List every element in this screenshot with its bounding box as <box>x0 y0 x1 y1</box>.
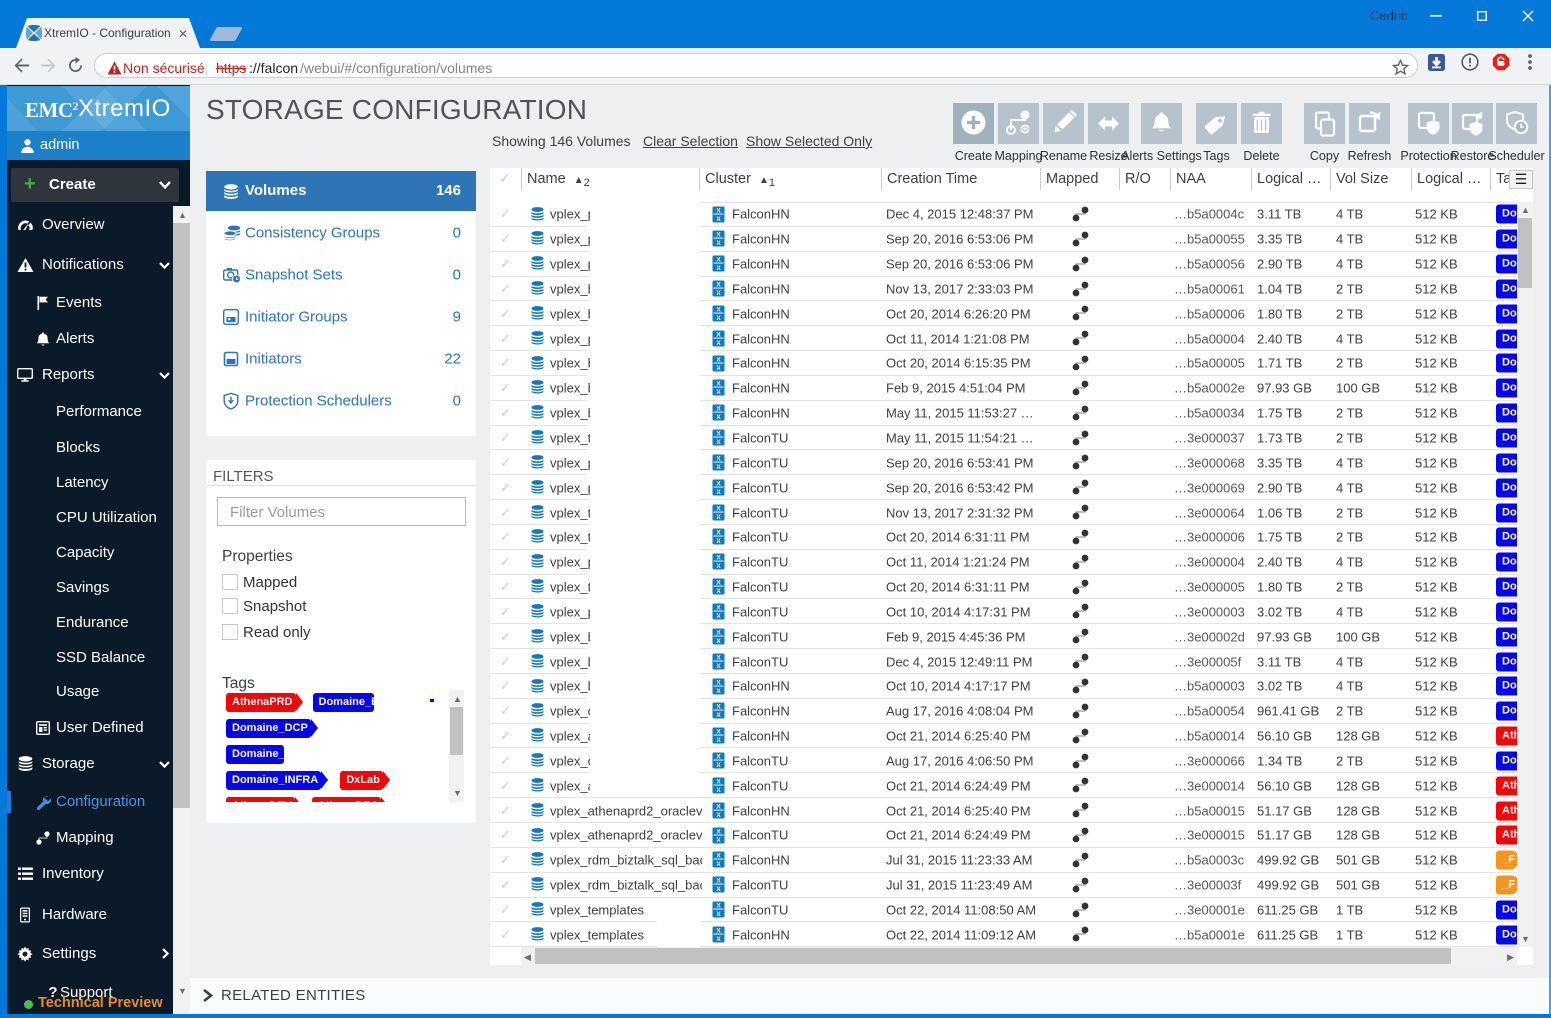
svg-text:X: X <box>716 340 721 347</box>
svg-text:X: X <box>716 240 721 247</box>
svg-text:X: X <box>716 778 721 785</box>
svg-text:X: X <box>716 588 721 595</box>
svg-text:X: X <box>716 861 721 868</box>
svg-text:X: X <box>716 604 721 611</box>
svg-text:X: X <box>716 853 721 860</box>
svg-text:X: X <box>716 712 721 719</box>
svg-text:X: X <box>716 538 721 545</box>
svg-text:X: X <box>716 812 721 819</box>
svg-text:X: X <box>716 886 721 893</box>
svg-text:X: X <box>716 688 721 695</box>
svg-text:X: X <box>716 281 721 288</box>
svg-text:X: X <box>716 629 721 636</box>
svg-text:X: X <box>716 365 721 372</box>
svg-text:X: X <box>716 877 721 884</box>
svg-text:X: X <box>716 232 721 239</box>
svg-text:X: X <box>716 306 721 313</box>
svg-text:X: X <box>716 753 721 760</box>
svg-text:X: X <box>716 927 721 934</box>
svg-text:X: X <box>716 828 721 835</box>
svg-text:X: X <box>716 290 721 297</box>
svg-text:X: X <box>716 704 721 711</box>
svg-text:X: X <box>716 464 721 471</box>
svg-text:X: X <box>716 911 721 918</box>
svg-text:X: X <box>716 555 721 562</box>
svg-text:X: X <box>716 803 721 810</box>
svg-text:X: X <box>716 430 721 437</box>
svg-text:X: X <box>716 787 721 794</box>
svg-text:X: X <box>716 762 721 769</box>
svg-text:X: X <box>716 613 721 620</box>
svg-text:X: X <box>716 489 721 496</box>
svg-text:X: X <box>716 265 721 272</box>
svg-text:X: X <box>716 638 721 645</box>
svg-text:X: X <box>716 405 721 412</box>
svg-text:X: X <box>716 728 721 735</box>
svg-text:X: X <box>716 331 721 338</box>
svg-text:X: X <box>716 563 721 570</box>
svg-text:X: X <box>716 414 721 421</box>
svg-text:X: X <box>716 315 721 322</box>
svg-text:X: X <box>716 579 721 586</box>
svg-text:X: X <box>716 381 721 388</box>
svg-text:X: X <box>716 439 721 446</box>
svg-text:X: X <box>716 455 721 462</box>
svg-text:X: X <box>716 837 721 844</box>
svg-text:X: X <box>716 530 721 537</box>
svg-text:X: X <box>716 480 721 487</box>
svg-text:X: X <box>716 356 721 363</box>
svg-text:X: X <box>716 216 721 223</box>
svg-text:X: X <box>716 505 721 512</box>
svg-text:X: X <box>716 663 721 670</box>
svg-text:X: X <box>716 389 721 396</box>
svg-text:X: X <box>716 936 721 943</box>
svg-text:X: X <box>716 654 721 661</box>
svg-text:X: X <box>716 737 721 744</box>
svg-text:X: X <box>716 207 721 214</box>
svg-text:X: X <box>716 902 721 909</box>
svg-text:X: X <box>716 679 721 686</box>
svg-text:X: X <box>716 256 721 263</box>
svg-text:X: X <box>716 514 721 521</box>
